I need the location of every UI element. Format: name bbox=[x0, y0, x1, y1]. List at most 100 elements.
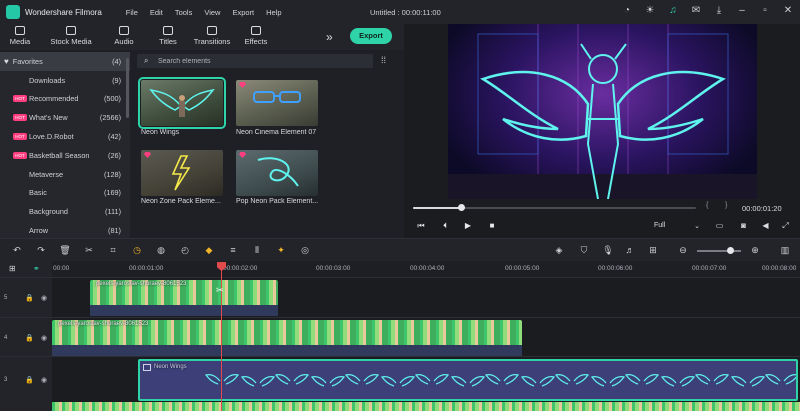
track-number: 5 bbox=[4, 295, 8, 301]
ruler-label: 00:00:02:00 bbox=[223, 265, 258, 272]
tab-titles[interactable]: Titles bbox=[146, 26, 190, 50]
element-thumbnail-neon-wings[interactable] bbox=[138, 77, 226, 129]
menu-edit[interactable]: Edit bbox=[150, 8, 163, 17]
light-bulb-icon[interactable]: ☀ bbox=[644, 5, 656, 17]
zoom-in-icon[interactable]: ⊕ bbox=[749, 244, 761, 256]
title-bar: Wondershare Filmora File Edit Tools View… bbox=[0, 0, 800, 24]
menu-file[interactable]: File bbox=[126, 8, 138, 17]
audio-mixer-icon[interactable]: ♬ bbox=[624, 244, 636, 256]
element-thumbnail-neon-cinema[interactable] bbox=[236, 80, 318, 126]
tab-audio[interactable]: Audio bbox=[102, 26, 146, 50]
minimize-icon[interactable]: – bbox=[736, 5, 748, 17]
undo-icon[interactable]: ↶ bbox=[11, 244, 23, 256]
grid-view-icon[interactable]: ⁞⁞ bbox=[381, 55, 391, 65]
duration-timer-icon[interactable]: ◴ bbox=[179, 244, 191, 256]
sidebar-item-love-d-robot[interactable]: HOT Love.D.Robot (42) bbox=[0, 127, 130, 146]
track-header-3: 3 🔒 ◉ bbox=[0, 356, 52, 402]
sidebar-item-basic[interactable]: Basic (169) bbox=[0, 184, 130, 203]
folder-icon bbox=[15, 26, 25, 35]
mark-out-icon[interactable]: } bbox=[725, 202, 727, 209]
timeline-ruler[interactable]: 00:00 00:00:01:00 00:00:02:00 00:00:03:0… bbox=[0, 261, 800, 277]
sidebar-item-metaverse[interactable]: Metaverse (128) bbox=[0, 165, 130, 184]
zoom-slider-knob[interactable] bbox=[727, 247, 734, 254]
message-icon[interactable]: ✉ bbox=[690, 5, 702, 17]
search-input[interactable] bbox=[158, 55, 358, 67]
zoom-out-icon[interactable]: ⊖ bbox=[677, 244, 689, 256]
menu-help[interactable]: Help bbox=[266, 8, 281, 17]
step-back-icon[interactable]: ⏴ bbox=[440, 221, 450, 231]
play-icon[interactable]: ▶ bbox=[463, 221, 473, 231]
export-button[interactable]: Export bbox=[350, 28, 392, 44]
crop-icon[interactable]: ⌗ bbox=[107, 244, 119, 256]
headset-support-icon[interactable]: ♫ bbox=[667, 5, 679, 17]
tab-transitions[interactable]: Transitions bbox=[190, 26, 234, 50]
mark-in-icon[interactable]: { bbox=[706, 202, 708, 209]
sidebar-item-downloads[interactable]: Downloads (9) bbox=[0, 71, 130, 90]
display-icon[interactable]: ▭ bbox=[714, 221, 725, 232]
video-clip[interactable]: pexels-yaroslav-shuraev-8061523 bbox=[52, 320, 522, 356]
video-preview[interactable] bbox=[448, 24, 757, 199]
add-track-icon[interactable]: ⊞ bbox=[647, 244, 659, 256]
sidebar-item-arrow[interactable]: Arrow (81) bbox=[0, 221, 130, 238]
ruler-label: 00:00:08:00 bbox=[762, 265, 797, 272]
split-scissors-icon[interactable]: ✂ bbox=[216, 285, 224, 296]
video-clip[interactable]: pexels-yaroslav-shuraev-8061523 bbox=[90, 280, 278, 316]
element-thumbnail-pop-neon[interactable] bbox=[236, 150, 318, 196]
tab-media[interactable]: Media bbox=[0, 26, 40, 50]
element-thumbnail-neon-zone[interactable] bbox=[141, 150, 223, 196]
video-clip[interactable] bbox=[52, 402, 800, 411]
tab-stock-media[interactable]: Stock Media bbox=[40, 26, 102, 50]
volume-icon[interactable]: ◀ bbox=[760, 221, 771, 232]
previous-frame-icon[interactable]: ⏮ bbox=[416, 221, 426, 231]
add-track-menu-icon[interactable]: ⊞ bbox=[9, 264, 16, 273]
adjust-sliders-icon[interactable]: ≡ bbox=[227, 244, 239, 256]
more-tabs-chevron-icon[interactable]: » bbox=[326, 30, 333, 44]
microphone-icon[interactable]: 🎙 bbox=[602, 244, 614, 256]
eye-icon[interactable]: ◉ bbox=[41, 294, 47, 302]
stop-icon[interactable]: ■ bbox=[487, 221, 497, 231]
preview-quality-dropdown[interactable]: Full ⌄ bbox=[654, 222, 700, 233]
link-icon[interactable]: ⚭ bbox=[33, 264, 40, 273]
keyframe-icon[interactable]: ◆ bbox=[203, 244, 215, 256]
render-preview-icon[interactable]: ◈ bbox=[553, 244, 565, 256]
snapshot-camera-icon[interactable]: ◙ bbox=[738, 221, 749, 232]
timeline-layout-icon[interactable]: ▥ bbox=[779, 244, 791, 256]
close-icon[interactable]: ✕ bbox=[782, 5, 794, 17]
eye-icon[interactable]: ◉ bbox=[41, 334, 47, 342]
speed-icon[interactable]: ◷ bbox=[131, 244, 143, 256]
menu-export[interactable]: Export bbox=[232, 8, 254, 17]
lock-icon[interactable]: 🔒 bbox=[25, 376, 34, 384]
cut-scissors-icon[interactable]: ✂ bbox=[83, 244, 95, 256]
document-title: Untitled : 00:00:11:00 bbox=[370, 8, 441, 17]
playback-progress-track[interactable] bbox=[413, 207, 696, 209]
render-icon[interactable]: ◎ bbox=[299, 244, 311, 256]
marker-icon[interactable]: ⛉ bbox=[578, 244, 590, 256]
menu-tools[interactable]: Tools bbox=[175, 8, 193, 17]
sidebar-item-recommended[interactable]: HOT Recommended (500) bbox=[0, 90, 130, 109]
sidebar-item-background[interactable]: Background (111) bbox=[0, 202, 130, 221]
timeline-toolbar: ↶ ↷ 🗑 ✂ ⌗ ◷ ◍ ◴ ◆ ≡ ⫴ ✦ ◎ ◈ ⛉ 🎙 ♬ ⊞ ⊖ ⊕ … bbox=[0, 238, 800, 261]
sidebar-item-favorites[interactable]: ♥ Favorites (4) bbox=[0, 52, 130, 71]
color-palette-icon[interactable]: ◍ bbox=[155, 244, 167, 256]
download-icon[interactable]: ⤓ bbox=[713, 5, 725, 17]
sidebar-scrollbar[interactable] bbox=[126, 58, 129, 118]
redo-icon[interactable]: ↷ bbox=[35, 244, 47, 256]
eye-icon[interactable]: ◉ bbox=[41, 376, 47, 384]
ai-portrait-icon[interactable]: ✦ bbox=[275, 244, 287, 256]
lock-icon[interactable]: 🔒 bbox=[25, 294, 34, 302]
delete-icon[interactable]: 🗑 bbox=[59, 244, 71, 256]
zoom-slider-track[interactable] bbox=[697, 250, 741, 252]
track-3: Neon Wings bbox=[52, 356, 800, 402]
playback-progress-fill bbox=[413, 207, 462, 209]
audio-waveform-icon[interactable]: ⫴ bbox=[251, 244, 263, 256]
neon-wings-effect-clip[interactable]: Neon Wings bbox=[138, 359, 798, 401]
maximize-icon[interactable]: ▫ bbox=[759, 5, 771, 17]
search-box[interactable]: ⌕ bbox=[137, 54, 373, 68]
lock-icon[interactable]: 🔒 bbox=[25, 334, 34, 342]
tab-effects[interactable]: Effects bbox=[234, 26, 278, 50]
menu-view[interactable]: View bbox=[204, 8, 220, 17]
sidebar-item-whats-new[interactable]: HOT What's New (2566) bbox=[0, 108, 130, 127]
account-icon[interactable]: ◔ bbox=[621, 5, 633, 17]
fullscreen-icon[interactable]: ⤢ bbox=[780, 221, 791, 232]
sidebar-item-basketball-season[interactable]: HOT Basketball Season (26) bbox=[0, 146, 130, 165]
